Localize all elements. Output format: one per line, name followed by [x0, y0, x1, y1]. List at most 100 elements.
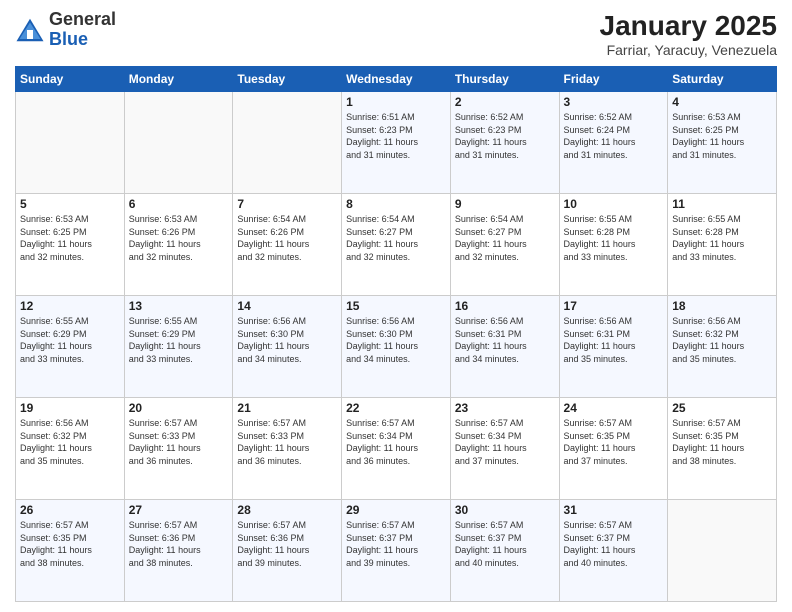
- day-info: Sunrise: 6:57 AM Sunset: 6:36 PM Dayligh…: [129, 519, 229, 569]
- day-number: 10: [564, 197, 664, 211]
- day-number: 11: [672, 197, 772, 211]
- logo-general-text: General: [49, 10, 116, 30]
- day-info: Sunrise: 6:54 AM Sunset: 6:26 PM Dayligh…: [237, 213, 337, 263]
- day-number: 27: [129, 503, 229, 517]
- calendar-cell: 10 Sunrise: 6:55 AM Sunset: 6:28 PM Dayli…: [559, 194, 668, 296]
- day-number: 28: [237, 503, 337, 517]
- weekday-friday: Friday: [559, 67, 668, 92]
- calendar-cell: 25 Sunrise: 6:57 AM Sunset: 6:35 PM Dayli…: [668, 398, 777, 500]
- day-number: 17: [564, 299, 664, 313]
- day-info: Sunrise: 6:55 AM Sunset: 6:29 PM Dayligh…: [20, 315, 120, 365]
- calendar-table: SundayMondayTuesdayWednesdayThursdayFrid…: [15, 66, 777, 602]
- day-info: Sunrise: 6:53 AM Sunset: 6:25 PM Dayligh…: [20, 213, 120, 263]
- calendar-cell: 30 Sunrise: 6:57 AM Sunset: 6:37 PM Dayli…: [450, 500, 559, 602]
- weekday-header-row: SundayMondayTuesdayWednesdayThursdayFrid…: [16, 67, 777, 92]
- day-number: 22: [346, 401, 446, 415]
- calendar-cell: [233, 92, 342, 194]
- calendar-cell: 18 Sunrise: 6:56 AM Sunset: 6:32 PM Dayli…: [668, 296, 777, 398]
- calendar-cell: 26 Sunrise: 6:57 AM Sunset: 6:35 PM Dayli…: [16, 500, 125, 602]
- logo-icon: [15, 15, 45, 45]
- title-area: January 2025 Farriar, Yaracuy, Venezuela: [600, 10, 777, 58]
- calendar-cell: [16, 92, 125, 194]
- day-number: 6: [129, 197, 229, 211]
- week-row-4: 19Sunrise: 6:56 AM Sunset: 6:32 PM Dayli…: [16, 398, 777, 500]
- calendar-cell: 23Sunrise: 6:57 AM Sunset: 6:34 PM Dayli…: [450, 398, 559, 500]
- calendar-cell: 8Sunrise: 6:54 AM Sunset: 6:27 PM Daylig…: [342, 194, 451, 296]
- day-info: Sunrise: 6:57 AM Sunset: 6:37 PM Dayligh…: [346, 519, 446, 569]
- day-info: Sunrise: 6:55 AM Sunset: 6:28 PM Dayligh…: [672, 213, 772, 263]
- day-number: 18: [672, 299, 772, 313]
- day-number: 31: [564, 503, 664, 517]
- weekday-thursday: Thursday: [450, 67, 559, 92]
- calendar-cell: 27 Sunrise: 6:57 AM Sunset: 6:36 PM Dayli…: [124, 500, 233, 602]
- day-info: Sunrise: 6:57 AM Sunset: 6:35 PM Dayligh…: [672, 417, 772, 467]
- day-number: 29: [346, 503, 446, 517]
- day-info: Sunrise: 6:54 AM Sunset: 6:27 PM Dayligh…: [455, 213, 555, 263]
- header: General Blue January 2025 Farriar, Yarac…: [15, 10, 777, 58]
- week-row-2: 5 Sunrise: 6:53 AM Sunset: 6:25 PM Daylig…: [16, 194, 777, 296]
- calendar-cell: 22 Sunrise: 6:57 AM Sunset: 6:34 PM Dayli…: [342, 398, 451, 500]
- calendar-cell: 12 Sunrise: 6:55 AM Sunset: 6:29 PM Dayli…: [16, 296, 125, 398]
- day-info: Sunrise: 6:53 AM Sunset: 6:26 PM Dayligh…: [129, 213, 229, 263]
- calendar-cell: 9 Sunrise: 6:54 AM Sunset: 6:27 PM Daylig…: [450, 194, 559, 296]
- day-info: Sunrise: 6:57 AM Sunset: 6:34 PM Dayligh…: [346, 417, 446, 467]
- day-number: 20: [129, 401, 229, 415]
- calendar-cell: 24Sunrise: 6:57 AM Sunset: 6:35 PM Dayli…: [559, 398, 668, 500]
- calendar-cell: 29 Sunrise: 6:57 AM Sunset: 6:37 PM Dayli…: [342, 500, 451, 602]
- day-info: Sunrise: 6:56 AM Sunset: 6:31 PM Dayligh…: [564, 315, 664, 365]
- calendar-cell: 15Sunrise: 6:56 AM Sunset: 6:30 PM Dayli…: [342, 296, 451, 398]
- calendar-cell: 2 Sunrise: 6:52 AM Sunset: 6:23 PM Daylig…: [450, 92, 559, 194]
- day-number: 21: [237, 401, 337, 415]
- day-number: 5: [20, 197, 120, 211]
- day-info: Sunrise: 6:55 AM Sunset: 6:28 PM Dayligh…: [564, 213, 664, 263]
- day-info: Sunrise: 6:51 AM Sunset: 6:23 PM Dayligh…: [346, 111, 446, 161]
- day-number: 3: [564, 95, 664, 109]
- weekday-monday: Monday: [124, 67, 233, 92]
- day-info: Sunrise: 6:57 AM Sunset: 6:35 PM Dayligh…: [20, 519, 120, 569]
- calendar-cell: 7 Sunrise: 6:54 AM Sunset: 6:26 PM Daylig…: [233, 194, 342, 296]
- week-row-1: 1Sunrise: 6:51 AM Sunset: 6:23 PM Daylig…: [16, 92, 777, 194]
- calendar-cell: 20 Sunrise: 6:57 AM Sunset: 6:33 PM Dayli…: [124, 398, 233, 500]
- day-number: 9: [455, 197, 555, 211]
- day-info: Sunrise: 6:57 AM Sunset: 6:37 PM Dayligh…: [455, 519, 555, 569]
- calendar-cell: 1Sunrise: 6:51 AM Sunset: 6:23 PM Daylig…: [342, 92, 451, 194]
- day-number: 2: [455, 95, 555, 109]
- day-info: Sunrise: 6:55 AM Sunset: 6:29 PM Dayligh…: [129, 315, 229, 365]
- day-info: Sunrise: 6:54 AM Sunset: 6:27 PM Dayligh…: [346, 213, 446, 263]
- day-info: Sunrise: 6:57 AM Sunset: 6:37 PM Dayligh…: [564, 519, 664, 569]
- day-number: 12: [20, 299, 120, 313]
- calendar-cell: 5 Sunrise: 6:53 AM Sunset: 6:25 PM Daylig…: [16, 194, 125, 296]
- day-number: 7: [237, 197, 337, 211]
- day-info: Sunrise: 6:52 AM Sunset: 6:23 PM Dayligh…: [455, 111, 555, 161]
- calendar-cell: 6 Sunrise: 6:53 AM Sunset: 6:26 PM Daylig…: [124, 194, 233, 296]
- calendar-cell: 19Sunrise: 6:56 AM Sunset: 6:32 PM Dayli…: [16, 398, 125, 500]
- day-number: 15: [346, 299, 446, 313]
- day-info: Sunrise: 6:57 AM Sunset: 6:33 PM Dayligh…: [237, 417, 337, 467]
- day-number: 25: [672, 401, 772, 415]
- day-number: 30: [455, 503, 555, 517]
- day-info: Sunrise: 6:56 AM Sunset: 6:30 PM Dayligh…: [237, 315, 337, 365]
- weekday-wednesday: Wednesday: [342, 67, 451, 92]
- location-subtitle: Farriar, Yaracuy, Venezuela: [600, 42, 777, 58]
- day-info: Sunrise: 6:56 AM Sunset: 6:31 PM Dayligh…: [455, 315, 555, 365]
- day-number: 26: [20, 503, 120, 517]
- weekday-sunday: Sunday: [16, 67, 125, 92]
- day-number: 14: [237, 299, 337, 313]
- day-number: 23: [455, 401, 555, 415]
- logo: General Blue: [15, 10, 116, 50]
- calendar-cell: 17 Sunrise: 6:56 AM Sunset: 6:31 PM Dayli…: [559, 296, 668, 398]
- week-row-3: 12 Sunrise: 6:55 AM Sunset: 6:29 PM Dayli…: [16, 296, 777, 398]
- weekday-saturday: Saturday: [668, 67, 777, 92]
- day-info: Sunrise: 6:56 AM Sunset: 6:32 PM Dayligh…: [20, 417, 120, 467]
- calendar-cell: 4Sunrise: 6:53 AM Sunset: 6:25 PM Daylig…: [668, 92, 777, 194]
- calendar-cell: 28 Sunrise: 6:57 AM Sunset: 6:36 PM Dayli…: [233, 500, 342, 602]
- day-info: Sunrise: 6:57 AM Sunset: 6:33 PM Dayligh…: [129, 417, 229, 467]
- day-info: Sunrise: 6:57 AM Sunset: 6:36 PM Dayligh…: [237, 519, 337, 569]
- calendar-cell: 14 Sunrise: 6:56 AM Sunset: 6:30 PM Dayli…: [233, 296, 342, 398]
- week-row-5: 26 Sunrise: 6:57 AM Sunset: 6:35 PM Dayli…: [16, 500, 777, 602]
- month-year-title: January 2025: [600, 10, 777, 42]
- calendar-cell: 11 Sunrise: 6:55 AM Sunset: 6:28 PM Dayli…: [668, 194, 777, 296]
- day-info: Sunrise: 6:52 AM Sunset: 6:24 PM Dayligh…: [564, 111, 664, 161]
- calendar-cell: [668, 500, 777, 602]
- day-info: Sunrise: 6:56 AM Sunset: 6:32 PM Dayligh…: [672, 315, 772, 365]
